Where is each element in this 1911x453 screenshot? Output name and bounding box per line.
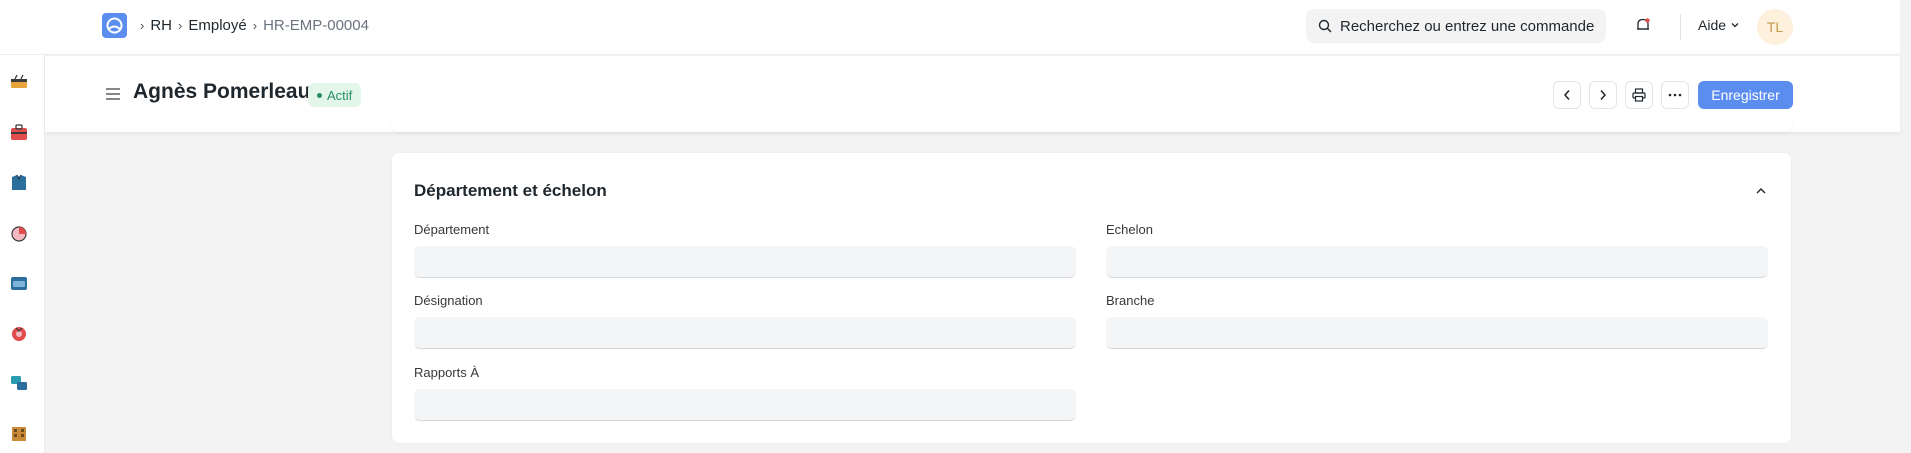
search-placeholder: Recherchez ou entrez une commande	[1340, 17, 1595, 35]
reports-to-label: Rapports À	[414, 365, 480, 380]
lunch-box-icon[interactable]	[9, 72, 29, 92]
chevron-right-icon	[1600, 90, 1607, 100]
department-field[interactable]	[414, 246, 1076, 278]
breadcrumb: › RH › Employé › HR-EMP-00004	[140, 17, 369, 34]
designation-field[interactable]	[414, 317, 1076, 349]
chevron-right-icon: ›	[140, 18, 145, 33]
help-label: Aide	[1698, 17, 1727, 33]
next-button[interactable]	[1589, 81, 1617, 109]
pie-chart-icon[interactable]	[9, 223, 29, 243]
chevron-right-icon: ›	[178, 18, 183, 33]
branch-field[interactable]	[1106, 317, 1768, 349]
gift-icon[interactable]	[9, 323, 29, 343]
page-title: Agnès Pomerleau	[133, 80, 311, 103]
chevron-up-icon[interactable]	[1755, 183, 1767, 201]
branch-label: Branche	[1106, 293, 1155, 308]
breadcrumb-employee[interactable]: Employé	[188, 17, 246, 34]
status-badge: Actif	[308, 83, 362, 107]
divider	[1680, 14, 1681, 40]
folder-icon[interactable]	[9, 273, 29, 293]
help-dropdown[interactable]: Aide	[1698, 17, 1740, 33]
more-options-button[interactable]	[1661, 81, 1689, 109]
chevron-left-icon	[1563, 90, 1570, 100]
stack-icon[interactable]	[9, 373, 29, 393]
save-button[interactable]: Enregistrer	[1698, 81, 1793, 109]
search-input[interactable]: Recherchez ou entrez une commande	[1306, 9, 1606, 43]
printer-icon	[1632, 88, 1646, 102]
status-dot-icon	[317, 92, 322, 98]
department-grade-section: Département et échelon Département Echel…	[391, 152, 1792, 444]
department-label: Département	[414, 222, 490, 237]
designation-label: Désignation	[414, 293, 483, 308]
app-logo-icon[interactable]	[102, 13, 127, 38]
sidebar	[0, 55, 45, 453]
breadcrumb-current[interactable]: HR-EMP-00004	[263, 17, 369, 34]
breadcrumb-rh[interactable]: RH	[150, 17, 172, 34]
chevron-right-icon: ›	[252, 18, 258, 33]
avatar[interactable]: TL	[1757, 9, 1793, 45]
notification-bell-icon[interactable]	[1634, 16, 1652, 39]
search-icon	[1318, 19, 1332, 33]
chevron-down-icon	[1731, 23, 1739, 28]
navbar: › RH › Employé › HR-EMP-00004 Recherchez…	[0, 0, 1900, 55]
previous-section-edge	[391, 118, 1792, 132]
reports-to-field[interactable]	[414, 389, 1076, 421]
briefcase-icon[interactable]	[9, 123, 29, 143]
grade-field[interactable]	[1106, 246, 1768, 278]
section-title[interactable]: Département et échelon	[414, 181, 607, 201]
ellipsis-icon	[1668, 93, 1682, 97]
building-icon[interactable]	[9, 423, 29, 443]
grade-label: Echelon	[1106, 222, 1153, 237]
shirt-icon[interactable]	[9, 173, 29, 193]
previous-button[interactable]	[1553, 81, 1581, 109]
hamburger-menu-icon[interactable]	[105, 87, 121, 106]
print-button[interactable]	[1625, 81, 1653, 109]
status-label: Actif	[327, 87, 353, 103]
